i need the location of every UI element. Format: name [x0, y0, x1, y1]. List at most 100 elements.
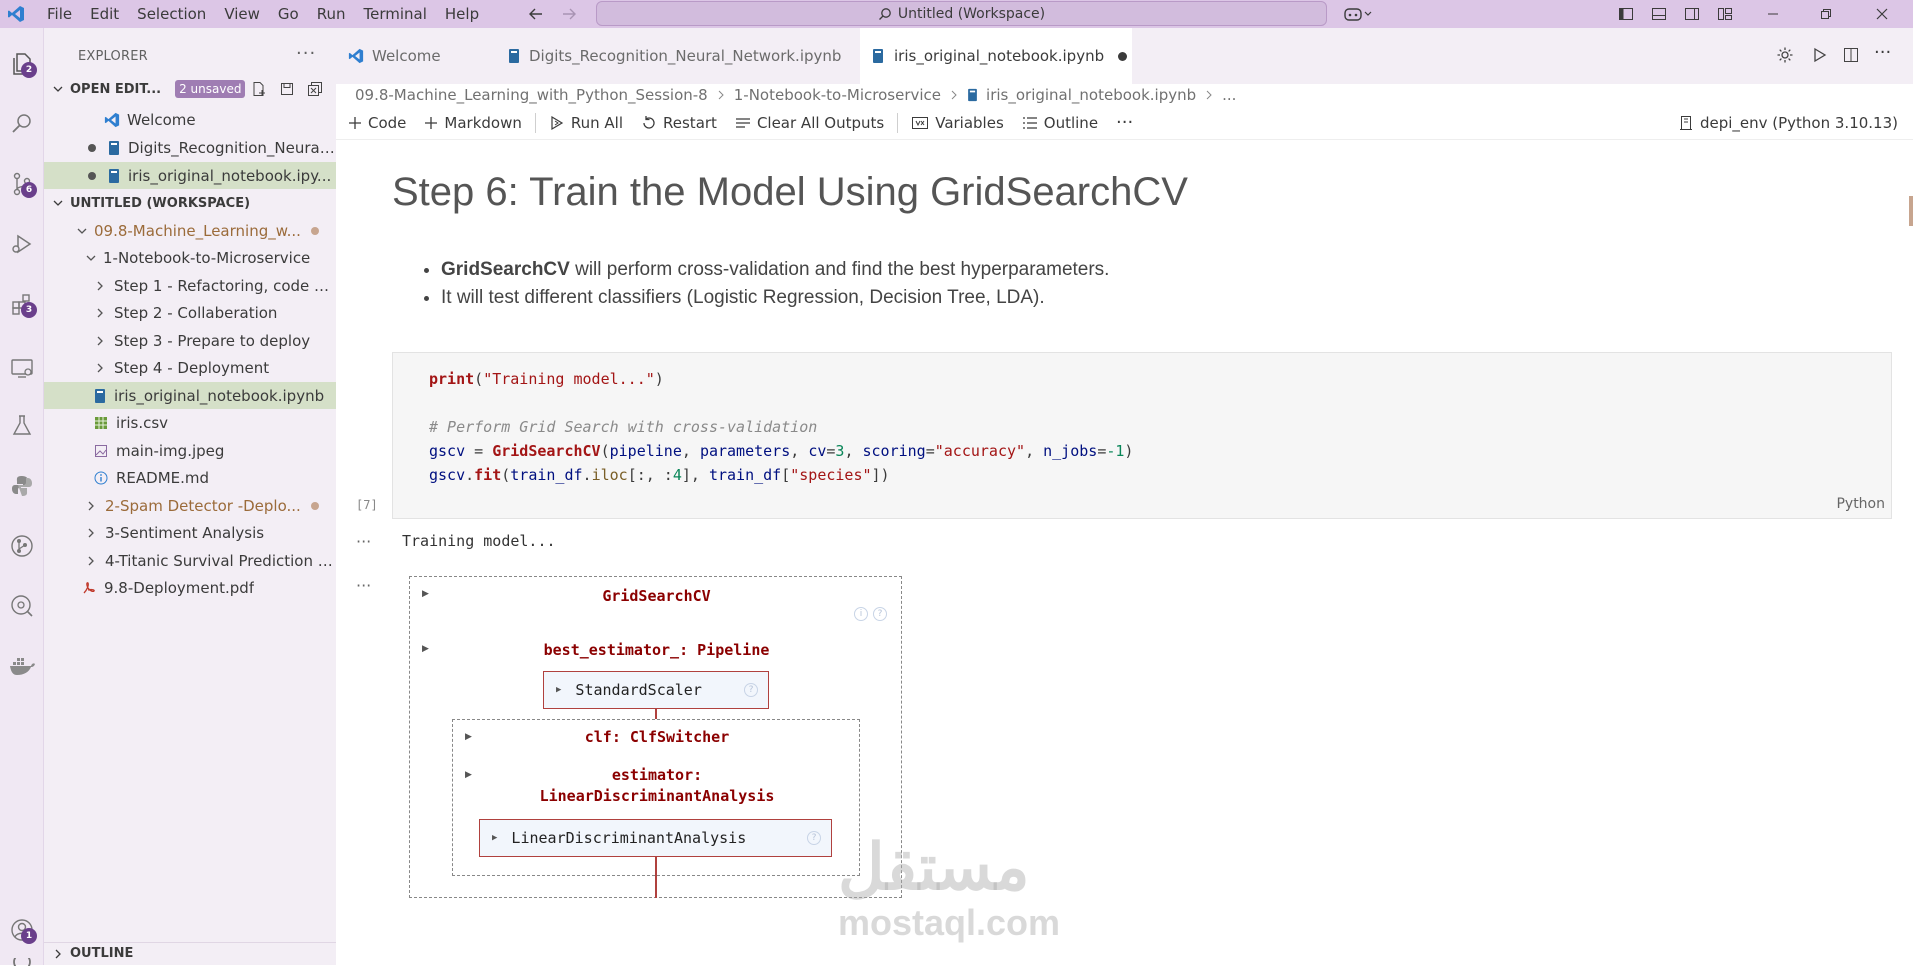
- menu-terminal[interactable]: Terminal: [355, 0, 436, 28]
- tree-folder-titanic[interactable]: 4-Titanic Survival Prediction Pr...: [44, 547, 336, 574]
- source-control-icon[interactable]: 6: [0, 162, 44, 206]
- save-all-icon[interactable]: [279, 81, 295, 97]
- open-editor-welcome[interactable]: Welcome: [44, 106, 336, 133]
- editor-tabs: Welcome Digits_Recognition_Neural_Networ…: [336, 28, 1913, 84]
- git-graph-icon[interactable]: [0, 524, 44, 568]
- tree-folder-notebook-to-microservice[interactable]: 1-Notebook-to-Microservice: [44, 244, 336, 271]
- docker-icon[interactable]: [0, 644, 44, 688]
- settings-gear-icon[interactable]: [1776, 46, 1794, 64]
- toggle-secondary-sidebar-icon[interactable]: [1680, 0, 1704, 28]
- remote-explorer-icon[interactable]: [0, 346, 44, 390]
- output-more-icon[interactable]: ···: [356, 576, 371, 595]
- code-cell[interactable]: print("Training model...") # Perform Gri…: [392, 352, 1892, 519]
- tree-file-main-img[interactable]: main-img.jpeg: [44, 437, 336, 464]
- split-editor-icon[interactable]: [1842, 46, 1860, 64]
- new-untitled-file-icon[interactable]: [251, 81, 267, 97]
- variables-button[interactable]: Variables: [902, 106, 1013, 140]
- help-icon[interactable]: ?: [744, 683, 758, 697]
- command-center[interactable]: Untitled (Workspace): [596, 1, 1327, 26]
- standard-scaler-box[interactable]: ▶ StandardScaler ?: [543, 671, 769, 709]
- tree-folder-spam-detector[interactable]: 2-Spam Detector -Deplo...: [44, 492, 336, 519]
- run-all-button[interactable]: Run All: [540, 106, 632, 140]
- open-editors-header[interactable]: OPEN EDIT... 2 unsaved: [44, 78, 336, 100]
- lda-box[interactable]: ▶ LinearDiscriminantAnalysis ?: [479, 819, 832, 857]
- tree-folder-session8[interactable]: 09.8-Machine_Learning_w...: [44, 217, 336, 244]
- clear-outputs-button[interactable]: Clear All Outputs: [726, 106, 893, 140]
- tree-folder-step4[interactable]: Step 4 - Deployment: [44, 354, 336, 381]
- breadcrumb-item[interactable]: ...: [1222, 86, 1236, 104]
- toggle-panel-icon[interactable]: [1647, 0, 1671, 28]
- copilot-icon[interactable]: [1340, 0, 1376, 28]
- help-icon[interactable]: ?: [873, 607, 887, 621]
- tree-file-iris-csv[interactable]: iris.csv: [44, 409, 336, 436]
- run-debug-icon[interactable]: [0, 222, 44, 266]
- open-editor-iris[interactable]: iris_original_notebook.ipy...: [44, 162, 336, 189]
- add-code-label: Code: [368, 113, 407, 132]
- tab-welcome[interactable]: Welcome: [336, 28, 482, 84]
- plus-icon: [424, 116, 438, 130]
- outline-header[interactable]: OUTLINE: [44, 942, 336, 964]
- close-all-editors-icon[interactable]: [307, 81, 323, 97]
- output-more-icon[interactable]: ···: [356, 532, 371, 551]
- open-editor-digits[interactable]: Digits_Recognition_Neural...: [44, 134, 336, 161]
- tree-file-deployment-pdf[interactable]: 9.8-Deployment.pdf: [44, 574, 336, 601]
- menu-run[interactable]: Run: [308, 0, 355, 28]
- toggle-primary-sidebar-icon[interactable]: [1614, 0, 1638, 28]
- search-view-icon[interactable]: [0, 102, 44, 146]
- info-icon[interactable]: i: [854, 607, 868, 621]
- menu-go[interactable]: Go: [269, 0, 308, 28]
- chevron-right-icon: [83, 525, 99, 541]
- back-arrow-icon[interactable]: [522, 0, 550, 28]
- forward-arrow-icon[interactable]: [555, 0, 583, 28]
- gridsearch-label[interactable]: GridSearchCV: [410, 587, 903, 605]
- estimator-label-line1[interactable]: estimator:: [453, 766, 861, 784]
- breadcrumb-item[interactable]: 1-Notebook-to-Microservice: [734, 86, 941, 104]
- variables-icon: [911, 116, 929, 130]
- add-markdown-button[interactable]: Markdown: [415, 106, 530, 140]
- code-editor[interactable]: print("Training model...") # Perform Gri…: [429, 367, 1133, 487]
- menu-help[interactable]: Help: [436, 0, 488, 28]
- breadcrumb-item[interactable]: 09.8-Machine_Learning_with_Python_Sessio…: [355, 86, 708, 104]
- extensions-icon[interactable]: 3: [0, 282, 44, 326]
- more-actions-icon[interactable]: ···: [1107, 106, 1142, 140]
- tree-folder-step2[interactable]: Step 2 - Collaberation: [44, 299, 336, 326]
- tree-folder-step1[interactable]: Step 1 - Refactoring, code st...: [44, 272, 336, 299]
- menu-selection[interactable]: Selection: [128, 0, 215, 28]
- menu-file[interactable]: File: [38, 0, 81, 28]
- tree-folder-sentiment[interactable]: 3-Sentiment Analysis: [44, 519, 336, 546]
- estimator-label-line2[interactable]: LinearDiscriminantAnalysis: [453, 787, 861, 805]
- tab-digits-notebook[interactable]: Digits_Recognition_Neural_Network.ipynb: [496, 28, 846, 84]
- customize-layout-icon[interactable]: [1713, 0, 1737, 28]
- menu-view[interactable]: View: [215, 0, 269, 28]
- gitlens-inspect-icon[interactable]: [0, 584, 44, 628]
- tree-file-readme[interactable]: README.md: [44, 464, 336, 491]
- tree-item-label: 4-Titanic Survival Prediction Pr...: [105, 551, 336, 570]
- tree-folder-step3[interactable]: Step 3 - Prepare to deploy: [44, 327, 336, 354]
- explorer-icon[interactable]: 2: [0, 42, 44, 86]
- outline-button[interactable]: Outline: [1013, 106, 1107, 140]
- notebook-file-icon: [108, 140, 120, 156]
- add-code-button[interactable]: Code: [336, 106, 415, 140]
- clf-switcher-label[interactable]: clf: ClfSwitcher: [453, 728, 861, 746]
- python-icon[interactable]: [0, 464, 44, 508]
- tab-iris-notebook[interactable]: iris_original_notebook.ipynb: [860, 28, 1132, 84]
- minimize-window-icon[interactable]: [1753, 0, 1793, 28]
- menu-edit[interactable]: Edit: [81, 0, 128, 28]
- accounts-icon[interactable]: 1: [0, 908, 44, 952]
- testing-flask-icon[interactable]: [0, 404, 44, 448]
- breadcrumb-item[interactable]: iris_original_notebook.ipynb: [986, 86, 1196, 104]
- restore-window-icon[interactable]: [1806, 0, 1846, 28]
- cell-language[interactable]: Python: [1836, 496, 1885, 512]
- help-icon[interactable]: ?: [807, 831, 821, 845]
- more-actions-icon[interactable]: ···: [296, 43, 316, 64]
- restart-button[interactable]: Restart: [632, 106, 726, 140]
- more-actions-icon[interactable]: ···: [1874, 42, 1891, 63]
- kernel-picker[interactable]: depi_env (Python 3.10.13): [1669, 106, 1907, 140]
- best-estimator-label[interactable]: best_estimator_: Pipeline: [410, 641, 903, 659]
- chevron-right-icon: [949, 90, 959, 100]
- close-window-icon[interactable]: [1862, 0, 1902, 28]
- unsaved-dot-icon[interactable]: [1118, 51, 1128, 61]
- run-play-icon[interactable]: [1810, 46, 1828, 64]
- workspace-header[interactable]: UNTITLED (WORKSPACE): [44, 192, 336, 214]
- tree-file-iris-notebook[interactable]: iris_original_notebook.ipynb: [44, 382, 336, 409]
